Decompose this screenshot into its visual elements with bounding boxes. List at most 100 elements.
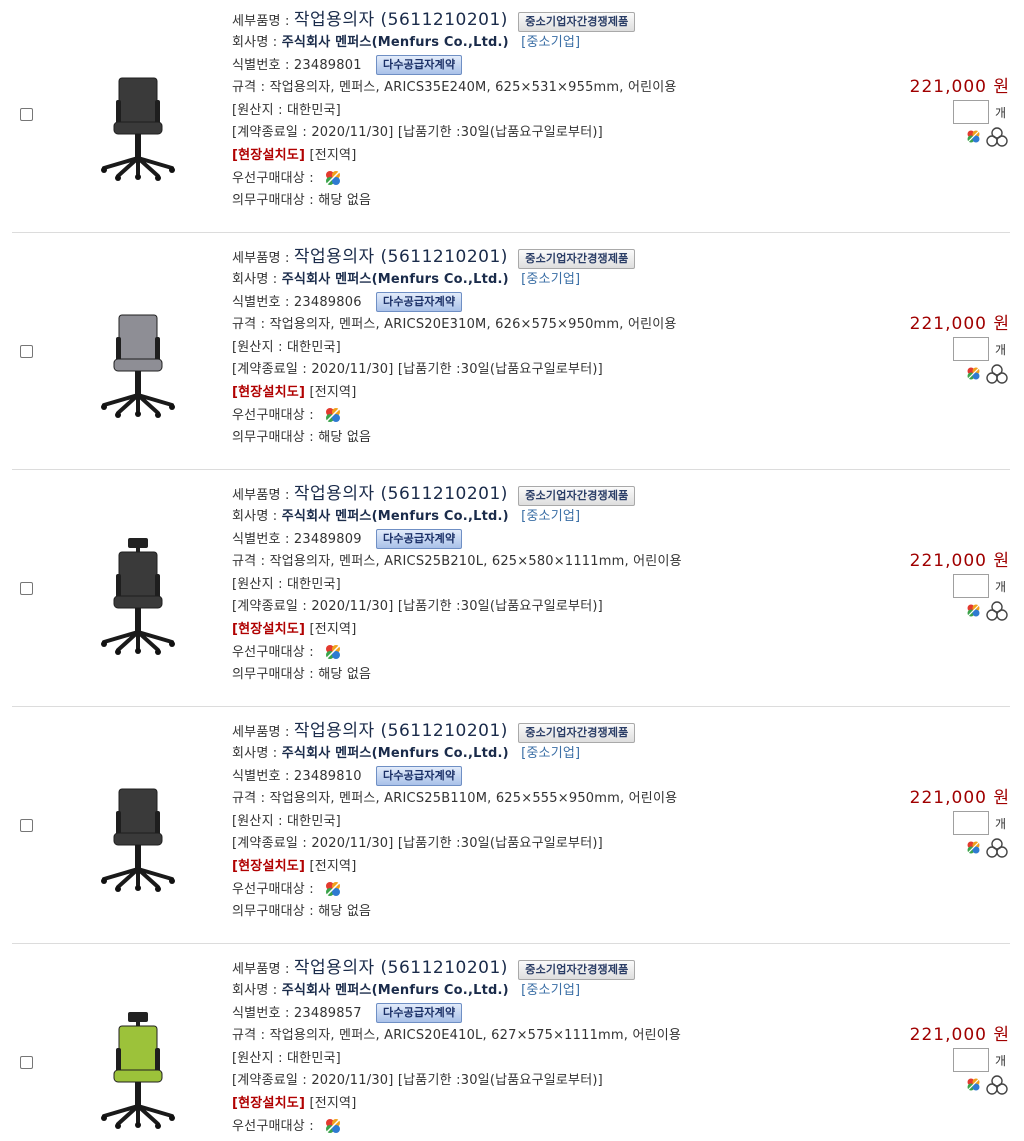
product-image[interactable] xyxy=(92,301,184,421)
delivery-value: :30일(납품요구일로부터)] xyxy=(456,836,603,852)
quantity-unit: 개 xyxy=(995,1054,1007,1068)
quantity-input[interactable] xyxy=(953,100,989,124)
company-name-link[interactable]: 주식회사 멘퍼스(Menfurs Co.,Ltd.) xyxy=(282,35,509,50)
product-image[interactable] xyxy=(92,1012,184,1132)
price-value: 221,000 원 xyxy=(909,314,1010,334)
product-info: 세부품명 : 작업용의자 (5611210201) 중소기업자간경쟁제품 회사명… xyxy=(232,482,872,687)
product-image[interactable] xyxy=(92,64,184,184)
chair-image[interactable] xyxy=(92,538,184,658)
spec-label: 규격 : xyxy=(232,1028,266,1044)
mandatory-buy-label: 의무구매대상 : xyxy=(232,904,314,920)
product-name-link[interactable]: 작업용의자 (5611210201) xyxy=(294,958,508,978)
company-name-link[interactable]: 주식회사 멘퍼스(Menfurs Co.,Ltd.) xyxy=(282,746,509,761)
price-value: 221,000 원 xyxy=(909,551,1010,571)
delivery-value: :30일(납품요구일로부터)] xyxy=(456,599,603,615)
company-name-link[interactable]: 주식회사 멘퍼스(Menfurs Co.,Ltd.) xyxy=(282,509,509,524)
contract-end-value: 2020/11/30] xyxy=(311,125,394,141)
price-value: 221,000 원 xyxy=(909,788,1010,808)
mas-contract-badge: 다수공급자계약 xyxy=(376,292,463,313)
cert-icons xyxy=(964,600,1012,622)
spec-value: 작업용의자, 멘퍼스, ARICS25B110M, 625×555×950mm,… xyxy=(269,791,678,807)
spec-value: 작업용의자, 멘퍼스, ARICS20E310M, 626×575×950mm,… xyxy=(269,317,677,333)
spec-label: 규격 : xyxy=(232,317,266,333)
select-checkbox[interactable] xyxy=(20,108,33,121)
product-name-link[interactable]: 작업용의자 (5611210201) xyxy=(294,247,508,267)
cert-mark-icon xyxy=(986,1075,1008,1095)
mas-contract-badge: 다수공급자계약 xyxy=(376,529,463,550)
delivery-label: [납품기한 xyxy=(397,836,452,852)
mandatory-buy-value: 해당 없음 xyxy=(318,430,372,446)
id-no-value: 23489801 xyxy=(293,57,362,73)
quantity-input[interactable] xyxy=(953,811,989,835)
onsite-install-tag: [현장설치도] xyxy=(232,858,306,874)
quantity-input[interactable] xyxy=(953,1048,989,1072)
sme-competition-badge: 중소기업자간경쟁제품 xyxy=(518,248,636,269)
chair-image[interactable] xyxy=(92,775,184,895)
origin-text: [원산지 : 대한민국] xyxy=(232,339,341,355)
delivery-value: :30일(납품요구일로부터)] xyxy=(456,125,603,141)
mas-contract-badge: 다수공급자계약 xyxy=(376,55,463,76)
company-label: 회사명 : xyxy=(232,983,278,998)
chair-image[interactable] xyxy=(92,301,184,421)
delivery-value: :30일(납품요구일로부터)] xyxy=(456,362,603,378)
id-no-value: 23489857 xyxy=(293,1005,362,1021)
mandatory-buy-label: 의무구매대상 : xyxy=(232,193,314,209)
product-name-link[interactable]: 작업용의자 (5611210201) xyxy=(294,484,508,504)
select-checkbox[interactable] xyxy=(20,1056,33,1069)
sme-competition-badge: 중소기업자간경쟁제품 xyxy=(518,722,636,743)
quantity-unit: 개 xyxy=(995,580,1007,594)
select-checkbox[interactable] xyxy=(20,345,33,358)
item-divider xyxy=(12,706,1010,707)
company-name-link[interactable]: 주식회사 멘퍼스(Menfurs Co.,Ltd.) xyxy=(282,983,509,998)
price-value: 221,000 원 xyxy=(909,1025,1010,1045)
id-no-label: 식별번호 : xyxy=(232,294,290,310)
product-name-link[interactable]: 작업용의자 (5611210201) xyxy=(294,10,508,30)
cert-icons xyxy=(964,837,1012,859)
company-name-link[interactable]: 주식회사 멘퍼스(Menfurs Co.,Ltd.) xyxy=(282,272,509,287)
mas-contract-badge: 다수공급자계약 xyxy=(376,1003,463,1024)
priority-buy-label: 우선구매대상 : xyxy=(232,644,314,660)
mandatory-buy-value: 해당 없음 xyxy=(318,667,372,683)
green-product-icon xyxy=(966,603,981,618)
origin-text: [원산지 : 대한민국] xyxy=(232,1050,341,1066)
company-label: 회사명 : xyxy=(232,509,278,524)
onsite-install-tag: [현장설치도] xyxy=(232,384,306,400)
onsite-install-tag: [현장설치도] xyxy=(232,147,306,163)
contract-end-label: [계약종료일 : xyxy=(232,836,307,852)
product-image[interactable] xyxy=(92,538,184,658)
item-divider xyxy=(12,469,1010,470)
detail-name-label: 세부품명 : xyxy=(232,251,290,266)
chair-image[interactable] xyxy=(92,1012,184,1132)
id-no-label: 식별번호 : xyxy=(232,1005,290,1021)
onsite-install-tag: [현장설치도] xyxy=(232,621,306,637)
quantity-input[interactable] xyxy=(953,337,989,361)
delivery-label: [납품기한 xyxy=(397,1073,452,1089)
product-item: 세부품명 : 작업용의자 (5611210201) 중소기업자간경쟁제품 회사명… xyxy=(0,0,1024,237)
select-checkbox[interactable] xyxy=(20,582,33,595)
cert-mark-icon xyxy=(986,601,1008,621)
mandatory-buy-value: 해당 없음 xyxy=(318,193,372,209)
select-checkbox[interactable] xyxy=(20,819,33,832)
chair-image[interactable] xyxy=(92,64,184,184)
contract-end-label: [계약종료일 : xyxy=(232,599,307,615)
detail-name-label: 세부품명 : xyxy=(232,14,290,29)
delivery-label: [납품기한 xyxy=(397,599,452,615)
spec-label: 규격 : xyxy=(232,80,266,96)
green-product-icon xyxy=(966,1077,981,1092)
product-name-link[interactable]: 작업용의자 (5611210201) xyxy=(294,721,508,741)
product-info: 세부품명 : 작업용의자 (5611210201) 중소기업자간경쟁제품 회사명… xyxy=(232,719,872,924)
id-no-value: 23489810 xyxy=(293,768,362,784)
sme-competition-badge: 중소기업자간경쟁제품 xyxy=(518,959,636,980)
product-list: 세부품명 : 작업용의자 (5611210201) 중소기업자간경쟁제품 회사명… xyxy=(0,0,1024,1141)
contract-end-label: [계약종료일 : xyxy=(232,125,307,141)
quantity-input[interactable] xyxy=(953,574,989,598)
company-label: 회사명 : xyxy=(232,746,278,761)
priority-buy-label: 우선구매대상 : xyxy=(232,170,314,186)
id-no-value: 23489809 xyxy=(293,531,362,547)
origin-text: [원산지 : 대한민국] xyxy=(232,813,341,829)
region-text: [전지역] xyxy=(309,621,357,637)
priority-buy-icon xyxy=(322,1116,344,1136)
product-info: 세부품명 : 작업용의자 (5611210201) 중소기업자간경쟁제품 회사명… xyxy=(232,956,872,1141)
product-image[interactable] xyxy=(92,775,184,895)
priority-buy-icon xyxy=(322,405,344,425)
